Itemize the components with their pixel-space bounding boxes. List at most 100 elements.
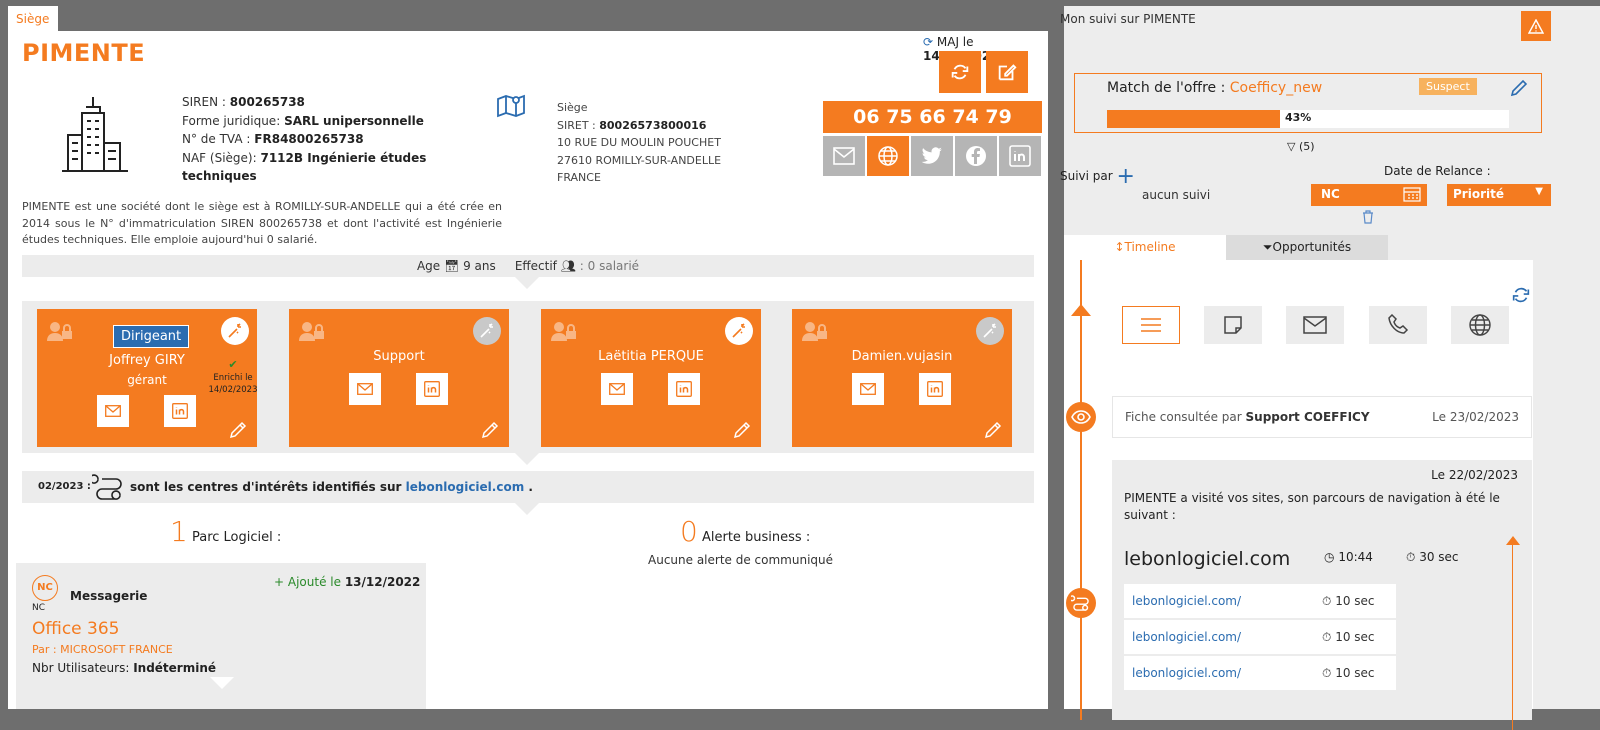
phone-icon: [1388, 314, 1409, 334]
company-name: PIMENTE: [22, 39, 146, 67]
contact-name: Damien.vujasin: [851, 349, 953, 364]
contact-email-button[interactable]: [852, 373, 884, 405]
tab-opportunites[interactable]: ⏷Opportunités: [1226, 235, 1388, 260]
enrich-button[interactable]: [473, 317, 501, 345]
company-description: PIMENTE est une société dont le siège es…: [22, 200, 502, 246]
linkedin-icon: [424, 381, 440, 397]
private-contact-icon: [47, 321, 73, 341]
facebook-icon: [966, 146, 986, 166]
mail-icon: [609, 383, 625, 395]
filter-calls-button[interactable]: [1369, 306, 1427, 344]
website-button[interactable]: [867, 136, 909, 176]
edit-contact-icon[interactable]: [229, 421, 247, 439]
tab-siege[interactable]: Siège: [8, 6, 58, 31]
nav-path-line: [1512, 540, 1513, 730]
priority-select[interactable]: Priorité ▼: [1447, 184, 1551, 206]
contact-card[interactable]: Support: [289, 309, 509, 447]
chevron-down-icon: ▽: [1287, 140, 1296, 153]
magic-wand-icon: [732, 323, 745, 338]
interests-site-link[interactable]: lebonlogiciel.com: [406, 480, 525, 494]
people-icon: 👥︎: [560, 259, 576, 273]
nc-badge: NC: [32, 575, 58, 601]
edit-contact-icon[interactable]: [481, 421, 499, 439]
suspect-badge: Suspect: [1419, 78, 1477, 95]
expand-chevron[interactable]: [210, 677, 234, 689]
edit-offer-icon[interactable]: [1509, 78, 1529, 98]
mail-icon: [833, 147, 855, 165]
visit-time: ◷ 10:44: [1324, 550, 1373, 564]
refresh-timeline-icon[interactable]: [1510, 284, 1532, 306]
filter-notes-button[interactable]: [1204, 306, 1262, 344]
refresh-icon: [951, 64, 969, 80]
alert-button[interactable]: [1521, 11, 1551, 41]
offers-toggle[interactable]: ▽ (5): [1287, 140, 1315, 153]
parc-logiciel: 1 Parc Logiciel :: [170, 515, 282, 548]
visit-duration: ⏱ 30 sec: [1406, 550, 1459, 564]
visit-event-dot: [1066, 588, 1096, 618]
enrich-button[interactable]: [976, 317, 1004, 345]
edit-company-button[interactable]: [986, 51, 1028, 93]
contact-linkedin-button[interactable]: [919, 373, 951, 405]
warning-icon: [1528, 18, 1544, 34]
add-follower-icon[interactable]: +: [1117, 164, 1135, 189]
path-icon: [92, 474, 126, 500]
linkedin-button[interactable]: [999, 136, 1041, 176]
contact-linkedin-button[interactable]: [416, 373, 448, 405]
contact-linkedin-button[interactable]: [164, 395, 196, 427]
timeline-event-view: Fiche consultée par Support COEFFICY Le …: [1112, 396, 1532, 438]
contact-email-button[interactable]: [601, 373, 633, 405]
twitter-button[interactable]: [911, 136, 953, 176]
visit-url[interactable]: lebonlogiciel.com/: [1132, 630, 1241, 644]
software-category: Messagerie: [70, 589, 148, 603]
offer-link[interactable]: Coefficy_new: [1230, 80, 1322, 96]
visit-url[interactable]: lebonlogiciel.com/: [1132, 666, 1241, 680]
dropdown-arrow-icon: ▼: [1535, 186, 1543, 197]
mail-icon: [860, 383, 876, 395]
facebook-button[interactable]: [955, 136, 997, 176]
twitter-icon: [921, 147, 942, 164]
visit-row: lebonlogiciel.com/⏱ 10 sec: [1124, 656, 1396, 690]
private-contact-icon: [802, 321, 828, 341]
expand-chevron[interactable]: [515, 453, 539, 465]
trash-icon[interactable]: [1362, 210, 1374, 224]
refresh-button[interactable]: [939, 51, 981, 93]
panel-tabs: ↕Timeline ⏷Opportunités: [1064, 235, 1533, 260]
visit-row: lebonlogiciel.com/⏱ 10 sec: [1124, 620, 1396, 654]
contact-card[interactable]: Laëtitia PERQUE: [541, 309, 761, 447]
map-icon[interactable]: [496, 93, 526, 119]
filter-all-button[interactable]: [1122, 306, 1180, 344]
software-users: Nbr Utilisateurs: Indéterminé: [32, 661, 217, 675]
interests-date: 02/2023 :: [38, 481, 91, 492]
visit-url[interactable]: lebonlogiciel.com/: [1132, 594, 1241, 608]
edit-contact-icon[interactable]: [984, 421, 1002, 439]
enrich-button[interactable]: [725, 317, 753, 345]
contact-card[interactable]: Damien.vujasin: [792, 309, 1012, 447]
expand-chevron[interactable]: [515, 277, 539, 289]
magic-wand-icon: [983, 323, 996, 338]
contact-name: Support: [373, 349, 425, 364]
contact-email-button[interactable]: [349, 373, 381, 405]
email-button[interactable]: [823, 136, 865, 176]
contact-email-button[interactable]: [97, 395, 129, 427]
enrich-button[interactable]: [221, 317, 249, 345]
linkedin-icon: [676, 381, 692, 397]
interests-bar: 02/2023 : sont les centres d'intérêts id…: [22, 471, 1034, 503]
phone-number[interactable]: 06 75 66 74 79: [823, 101, 1042, 133]
role-badge: Dirigeant: [113, 325, 190, 348]
added-date: + Ajouté le 13/12/2022: [274, 575, 421, 589]
edit-contact-icon[interactable]: [733, 421, 751, 439]
follow-value: aucun suivi: [1142, 188, 1211, 202]
contact-linkedin-button[interactable]: [668, 373, 700, 405]
filter-emails-button[interactable]: [1286, 306, 1344, 344]
expand-chevron[interactable]: [515, 503, 539, 515]
timeline-event-visit: Le 22/02/2023 PIMENTE a visité vos sites…: [1112, 460, 1532, 730]
eye-icon: [1071, 410, 1091, 424]
relance-date-input[interactable]: NC: [1311, 184, 1427, 206]
contact-card[interactable]: Dirigeant ✔ Enrichi le 14/02/2023 Joffrey…: [37, 309, 258, 447]
software-name[interactable]: Office 365: [32, 619, 119, 639]
siege-address: Siège SIRET : 80026573800016 10 RUE DU M…: [557, 101, 722, 184]
visit-row: lebonlogiciel.com/⏱ 10 sec: [1124, 584, 1396, 618]
tab-timeline[interactable]: ↕Timeline: [1064, 235, 1226, 260]
filter-web-button[interactable]: [1451, 306, 1509, 344]
follow-label: Suivi par +: [1060, 164, 1135, 189]
